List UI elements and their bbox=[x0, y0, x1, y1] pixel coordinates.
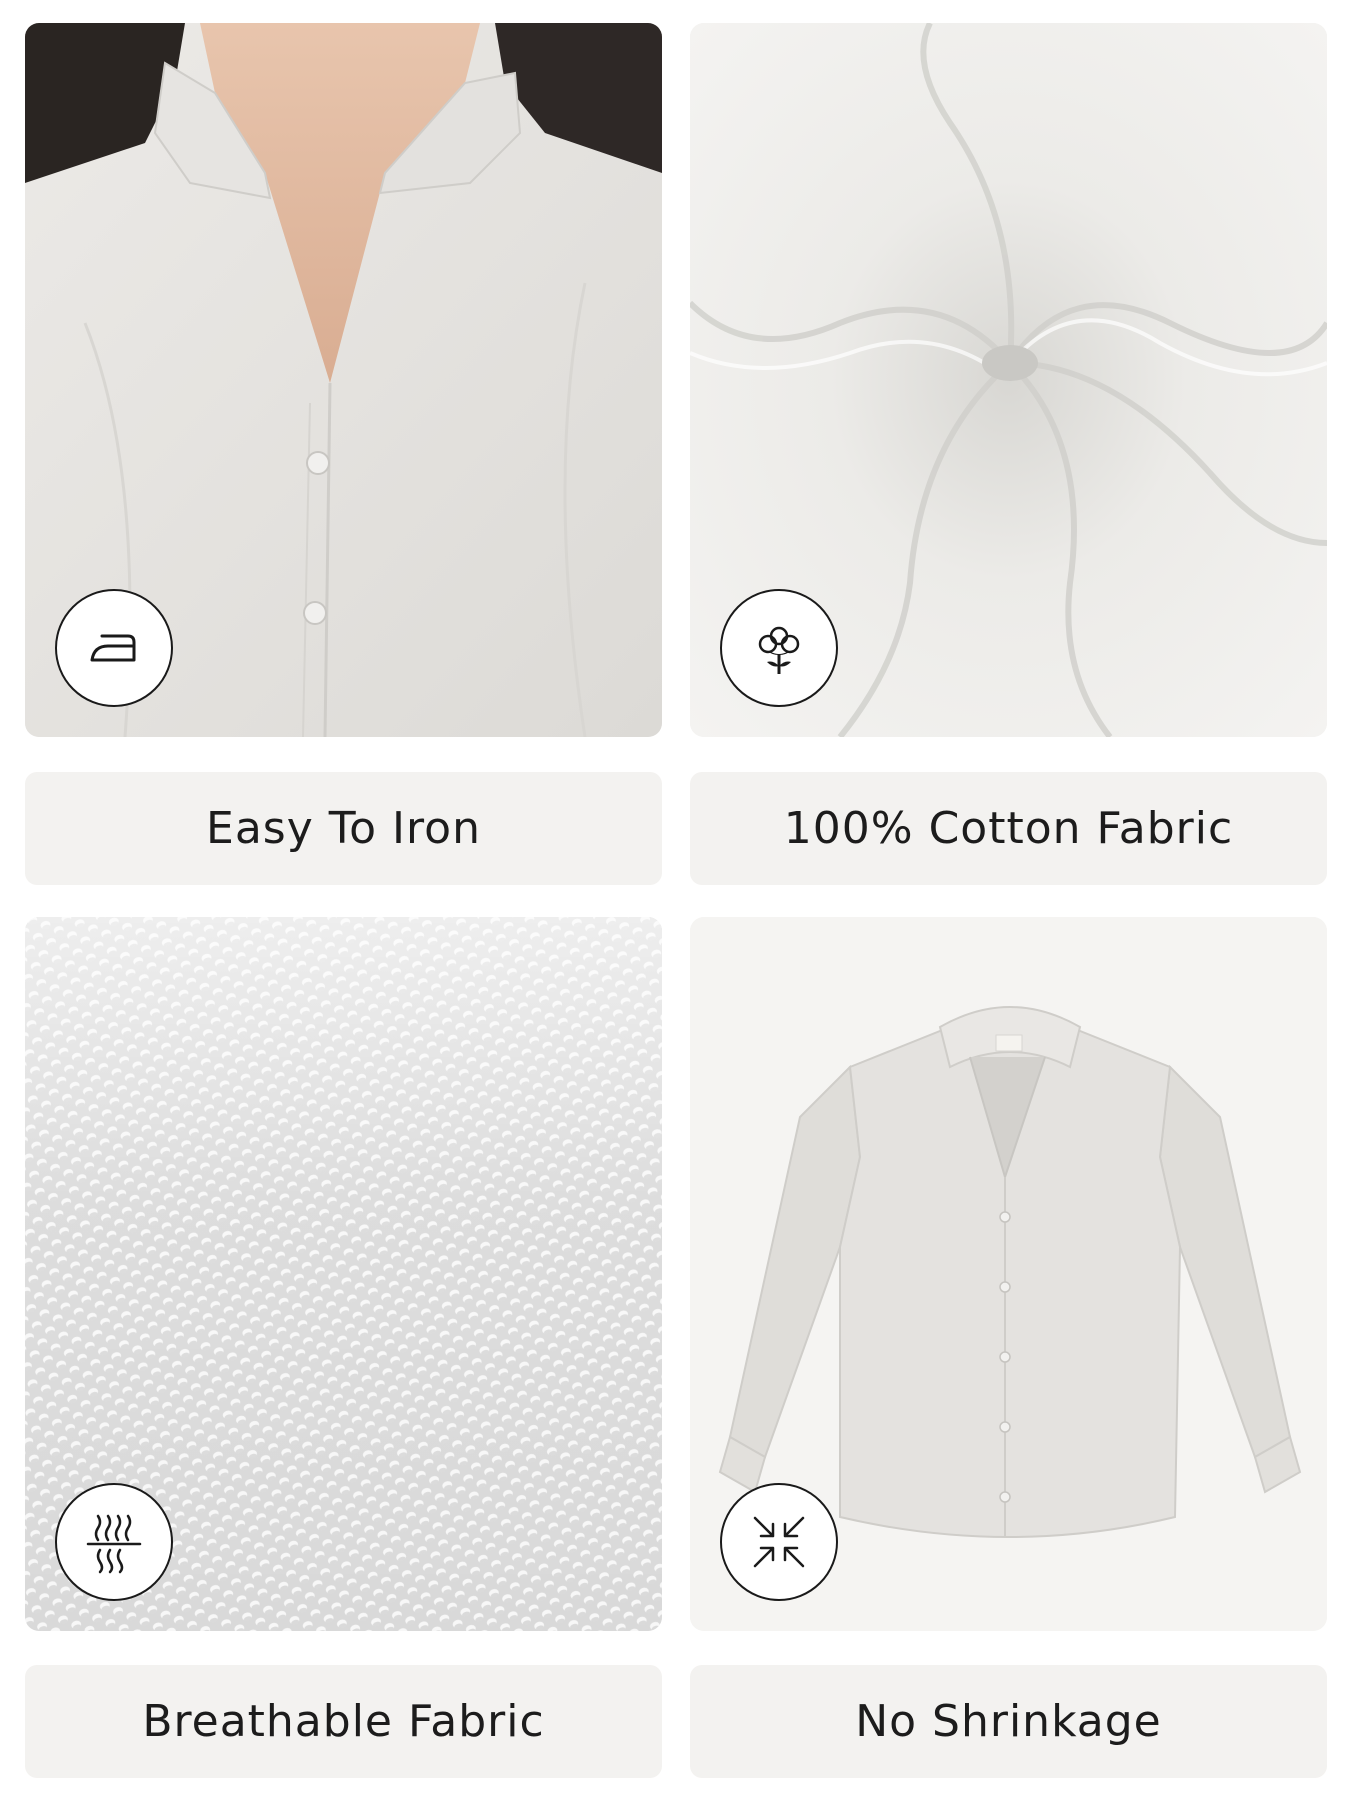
feature-label: Breathable Fabric bbox=[142, 1696, 545, 1747]
feature-photo-easy-to-iron bbox=[25, 23, 662, 737]
cotton-flower-icon bbox=[758, 626, 800, 674]
no-shrinkage-badge bbox=[720, 1483, 838, 1601]
no-shrinkage-arrows-icon bbox=[753, 1516, 805, 1568]
feature-label-box: 100% Cotton Fabric bbox=[690, 772, 1327, 885]
feature-photo-no-shrinkage bbox=[690, 917, 1327, 1631]
breathable-badge bbox=[55, 1483, 173, 1601]
cotton-badge bbox=[720, 589, 838, 707]
feature-label: 100% Cotton Fabric bbox=[783, 803, 1234, 854]
breathable-fabric-icon bbox=[86, 1514, 142, 1574]
feature-photo-breathable-fabric bbox=[25, 917, 662, 1631]
feature-label: Easy To Iron bbox=[206, 803, 481, 854]
feature-label-box: No Shrinkage bbox=[690, 1665, 1327, 1778]
feature-label: No Shrinkage bbox=[855, 1696, 1162, 1747]
iron-icon bbox=[90, 634, 136, 662]
iron-badge bbox=[55, 589, 173, 707]
feature-photo-cotton-fabric bbox=[690, 23, 1327, 737]
feature-label-box: Breathable Fabric bbox=[25, 1665, 662, 1778]
feature-label-box: Easy To Iron bbox=[25, 772, 662, 885]
